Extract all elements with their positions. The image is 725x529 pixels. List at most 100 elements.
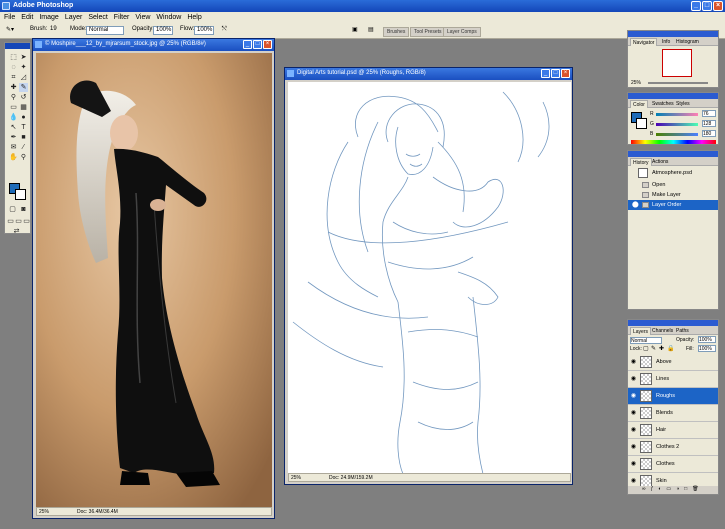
layer-blend-mode-select[interactable]: Normal [630,337,662,344]
lock-position-icon[interactable]: ✚ [659,345,664,352]
navigator-thumbnail[interactable] [662,49,692,77]
sketch-canvas[interactable] [288,82,571,474]
zoom-tool-icon[interactable]: ⚲ [19,153,28,162]
r-value[interactable]: 76 [702,110,716,117]
brush-tool-icon[interactable]: ✎▾ [6,26,14,33]
color-bg-swatch[interactable] [636,118,647,129]
jump-to-imageready-icon[interactable]: ⇄ [12,227,21,236]
notes-tool-icon[interactable]: ✉ [9,143,18,152]
tab-navigator[interactable]: Navigator [630,38,658,46]
path-selection-tool-icon[interactable]: ↖ [9,123,18,132]
gradient-tool-icon[interactable]: ▦ [19,103,28,112]
eye-icon[interactable]: ◉ [630,359,637,366]
navigator-zoom[interactable]: 25% [631,80,641,86]
close-button[interactable]: × [713,1,723,11]
color-ramp[interactable] [631,140,716,144]
menu-view[interactable]: View [135,14,150,21]
eye-icon[interactable]: ◉ [630,410,637,417]
lock-all-icon[interactable]: 🔒 [667,345,674,352]
sketch-document-titlebar[interactable]: Digital Arts tutorial.psd @ 25% (Roughs,… [285,68,572,80]
palette-toggle-icon[interactable]: ▤ [368,26,374,33]
clone-stamp-tool-icon[interactable]: ⚲ [9,93,18,102]
eye-icon[interactable]: ◉ [630,444,637,451]
history-item-selected[interactable]: ⬤ Layer Order [628,200,718,210]
menu-file[interactable]: File [4,14,15,21]
background-color-swatch[interactable] [15,189,26,200]
sketch-minimize-button[interactable]: _ [541,69,550,78]
blur-tool-icon[interactable]: 💧 [9,113,18,122]
pen-tool-icon[interactable]: ✒ [9,133,18,142]
fill-field[interactable]: 100% [698,345,716,352]
photo-zoom-level[interactable]: 25% [39,509,49,515]
airbrush-icon[interactable]: ⤲ [222,26,227,33]
dodge-tool-icon[interactable]: ● [19,113,28,122]
tab-paths[interactable]: Paths [674,327,691,335]
menu-edit[interactable]: Edit [21,14,33,21]
lasso-tool-icon[interactable]: ◌ [9,63,18,72]
layer-row-hair[interactable]: ◉ Hair [628,422,718,439]
history-item[interactable]: Make Layer [628,190,718,200]
g-slider[interactable] [656,123,698,126]
delete-layer-icon[interactable]: 🗑 [692,486,698,494]
opacity-field[interactable]: 100% [153,26,173,35]
lock-image-icon[interactable]: ✎ [651,345,656,352]
menu-filter[interactable]: Filter [114,14,130,21]
b-slider[interactable] [656,133,698,136]
menu-window[interactable]: Window [156,14,181,21]
brush-size[interactable]: 19 [50,26,57,32]
history-snapshot-thumb[interactable] [638,168,648,178]
r-slider[interactable] [656,113,698,116]
minimize-button[interactable]: _ [691,1,701,11]
hand-tool-icon[interactable]: ✋ [9,153,18,162]
photo-document-titlebar[interactable]: © Moshpire___12_by_mjrarsum_stock.jpg @ … [33,39,274,51]
layer-row-blends[interactable]: ◉ Blends [628,405,718,422]
link-layers-icon[interactable]: ∞ [642,486,646,494]
lock-transparency-icon[interactable]: ▢ [643,345,649,352]
sketch-close-button[interactable]: × [561,69,570,78]
layer-row-clothes[interactable]: ◉ Clothes [628,456,718,473]
tab-info[interactable]: Info [660,38,672,46]
file-browser-icon[interactable]: ▣ [352,26,358,33]
g-value[interactable]: 128 [702,120,716,127]
history-brush-source-icon[interactable]: ⬤ [632,201,639,208]
eye-icon[interactable]: ◉ [630,393,637,400]
tab-layers[interactable]: Layers [630,327,652,335]
tab-histogram[interactable]: Histogram [674,38,701,46]
eye-icon[interactable]: ◉ [630,461,637,468]
history-item[interactable]: Open [628,180,718,190]
tab-swatches[interactable]: Swatches [650,100,676,108]
slice-tool-icon[interactable]: ◿ [19,73,28,82]
layer-row-lines[interactable]: ◉ Lines [628,371,718,388]
eye-icon[interactable]: ◉ [630,478,637,485]
type-tool-icon[interactable]: T [19,123,28,132]
tab-color[interactable]: Color [630,100,648,108]
layer-mask-icon[interactable]: ◐ [658,486,661,494]
palette-tab-tool-presets[interactable]: Tool Presets [410,27,446,37]
palette-tab-layer-comps[interactable]: Layer Comps [443,27,481,37]
standard-mode-icon[interactable]: ▢ [8,205,17,214]
photo-close-button[interactable]: × [263,40,272,49]
b-value[interactable]: 180 [702,130,716,137]
move-tool-icon[interactable]: ➤ [19,53,28,62]
layer-row-clothes-2[interactable]: ◉ Clothes 2 [628,439,718,456]
eye-icon[interactable]: ◉ [630,376,637,383]
healing-brush-tool-icon[interactable]: ✚ [9,83,18,92]
layer-opacity-field[interactable]: 100% [698,336,716,343]
toolbox-header[interactable] [5,43,30,49]
history-snapshot-name[interactable]: Atmosphere.psd [652,170,692,176]
tab-history[interactable]: History [630,158,652,166]
eyedropper-tool-icon[interactable]: ⁄ [19,143,28,152]
menu-select[interactable]: Select [88,14,107,21]
brush-tool-icon[interactable]: ✎ [19,83,28,92]
eye-icon[interactable]: ◉ [630,427,637,434]
mode-select[interactable]: Normal [86,26,124,35]
navigator-zoom-slider[interactable] [648,82,708,84]
magic-wand-tool-icon[interactable]: ✦ [19,63,28,72]
shape-tool-icon[interactable]: ■ [19,133,28,142]
quick-mask-mode-icon[interactable]: ◙ [19,205,28,214]
screen-mode-3-icon[interactable]: ▭ [22,217,31,226]
sketch-document-window[interactable]: Digital Arts tutorial.psd @ 25% (Roughs,… [284,67,573,485]
tab-actions[interactable]: Actions [650,158,670,166]
menu-help[interactable]: Help [187,14,201,21]
layer-row-roughs[interactable]: ◉ Roughs [628,388,718,405]
